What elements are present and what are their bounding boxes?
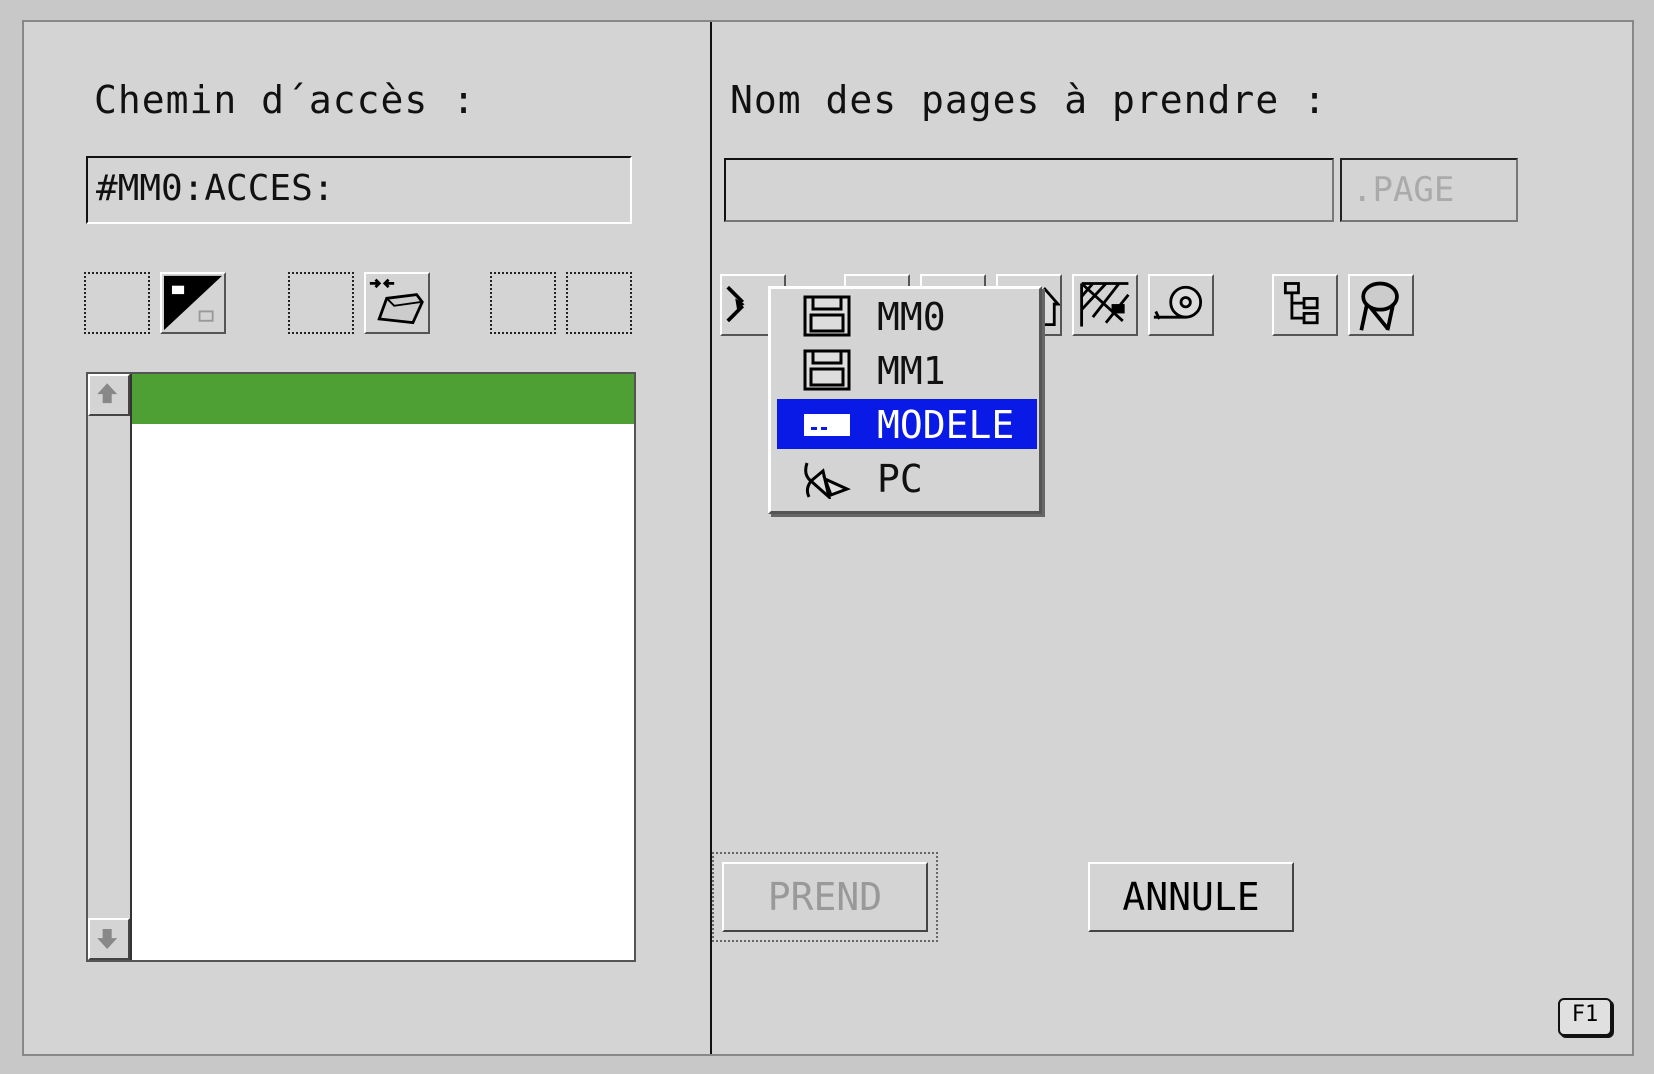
empty-tool-slot-2 bbox=[288, 272, 354, 334]
list-scrollbar[interactable] bbox=[88, 374, 132, 960]
help-key-badge[interactable]: F1 bbox=[1558, 998, 1612, 1036]
extension-field: .PAGE bbox=[1340, 158, 1518, 222]
pages-name-input[interactable] bbox=[724, 158, 1334, 222]
take-button[interactable]: PREND bbox=[722, 862, 928, 932]
menu-item-pc[interactable]: PC bbox=[777, 453, 1037, 503]
floppy-disk-icon bbox=[803, 295, 851, 337]
toggle-view-icon[interactable] bbox=[160, 272, 226, 334]
pages-label: Nom des pages à prendre : bbox=[730, 78, 1327, 122]
ram-disk-icon bbox=[804, 414, 850, 436]
list-item-selected[interactable] bbox=[132, 374, 634, 424]
scroll-up-arrow-icon[interactable] bbox=[88, 374, 130, 416]
scroll-down-arrow-icon[interactable] bbox=[88, 918, 130, 960]
path-label: Chemin d´accès : bbox=[94, 78, 477, 122]
spiderweb-icon[interactable] bbox=[1072, 274, 1138, 336]
tape-reel-icon[interactable] bbox=[1148, 274, 1214, 336]
path-field[interactable]: #MM0:ACCES: bbox=[86, 156, 632, 224]
search-lens-icon[interactable] bbox=[1348, 274, 1414, 336]
file-dialog: Chemin d´accès : #MM0:ACCES: Nom des pag… bbox=[22, 20, 1634, 1056]
empty-tool-slot-1 bbox=[84, 272, 150, 334]
directory-list[interactable] bbox=[86, 372, 636, 962]
empty-tool-slot-3 bbox=[490, 272, 556, 334]
drive-menu[interactable]: MM0 MM1 MODELE PC bbox=[768, 286, 1042, 514]
cancel-button[interactable]: ANNULE bbox=[1088, 862, 1294, 932]
floppy-disk-icon bbox=[803, 349, 851, 391]
menu-item-modele[interactable]: MODELE bbox=[777, 399, 1037, 449]
empty-tool-slot-4 bbox=[566, 272, 632, 334]
menu-item-mm0[interactable]: MM0 bbox=[777, 291, 1037, 341]
tree-view-icon[interactable] bbox=[1272, 274, 1338, 336]
parent-folder-icon[interactable] bbox=[364, 272, 430, 334]
menu-item-mm1[interactable]: MM1 bbox=[777, 345, 1037, 395]
network-icon bbox=[804, 462, 851, 499]
